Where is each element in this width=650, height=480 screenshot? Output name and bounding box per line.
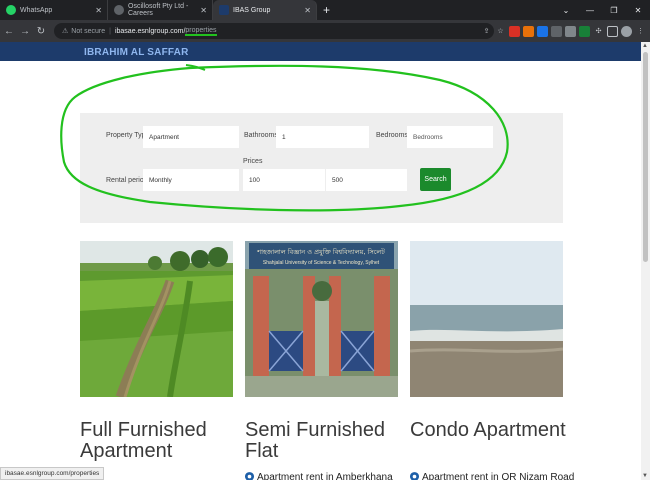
minimize-icon[interactable]: — [578, 6, 602, 15]
tab-title: IBAS Group [233, 6, 271, 14]
url-path: properties [185, 26, 217, 36]
extension-mail-icon[interactable] [551, 25, 562, 37]
star-icon[interactable]: ☆ [495, 26, 506, 37]
bedrooms-label: Bedrooms [376, 132, 408, 139]
location-text: Apartment rent in OR Nizam Road [422, 472, 575, 480]
tab-title: WhatsApp [20, 6, 53, 14]
site-icon [219, 5, 229, 15]
scroll-up-icon[interactable]: ▲ [642, 43, 648, 49]
page-content: IBRAHIM AL SAFFAR Property Type Bathroom… [0, 42, 641, 480]
window-controls: ⌄ — ❐ ✕ [554, 0, 650, 20]
card-title-semi-furnished[interactable]: Semi Furnished Flat [245, 420, 405, 462]
price-min-input[interactable] [243, 169, 325, 191]
page-scrollbar[interactable]: ▲ ▼ [641, 42, 650, 480]
map-pin-icon [410, 472, 419, 480]
property-image-green-field[interactable] [80, 241, 233, 397]
link-status-url: ibasae.esnlgroup.com/properties [0, 467, 105, 480]
security-label[interactable]: Not secure [71, 28, 105, 35]
url-host: ibasae.esnlgroup.com/ [114, 27, 186, 35]
tab-oscillosoft[interactable]: Oscillosoft Pty Ltd - Careers ✕ [108, 0, 213, 20]
close-icon[interactable]: ✕ [304, 6, 311, 15]
warning-icon[interactable]: ⚠ [62, 27, 68, 35]
separator: | [109, 27, 111, 35]
close-icon[interactable]: ✕ [200, 6, 207, 15]
card-location-condo: Apartment rent in OR Nizam Road [410, 472, 574, 480]
extension-icons: ⇪ ☆ ✣ ⋮ [481, 20, 646, 42]
forward-icon[interactable]: → [18, 26, 32, 37]
extension-grey-icon[interactable] [565, 25, 576, 37]
puzzle-icon[interactable]: ✣ [593, 26, 604, 37]
restore-icon[interactable]: ❐ [602, 6, 626, 15]
share-icon[interactable]: ⇪ [481, 26, 492, 37]
property-image-university-gate[interactable]: শাহজালাল বিজ্ঞান ও প্রযুক্তি বিশ্ববিদ্যা… [245, 241, 398, 397]
tab-search-icon[interactable]: ⌄ [554, 6, 578, 15]
gate-sign-bangla: শাহজালাল বিজ্ঞান ও প্রযুক্তি বিশ্ববিদ্যা… [256, 247, 385, 256]
browser-toolbar: ← → ↻ ⚠ Not secure | ibasae.esnlgroup.co… [0, 20, 650, 42]
gate-sign-english: Shahjalal University of Science & Techno… [263, 260, 380, 266]
bathrooms-label: Bathrooms [244, 132, 278, 139]
rental-period-label: Rental period [106, 177, 148, 184]
browser-tab-strip: WhatsApp ✕ Oscillosoft Pty Ltd - Careers… [0, 0, 650, 20]
profile-avatar-icon[interactable] [621, 25, 632, 37]
tab-ibas-group[interactable]: IBAS Group ✕ [213, 0, 317, 20]
sidebar-icon[interactable] [607, 25, 618, 37]
scroll-down-icon[interactable]: ▼ [642, 473, 648, 479]
close-window-icon[interactable]: ✕ [626, 6, 650, 15]
property-type-select[interactable] [143, 126, 239, 148]
property-image-beach[interactable] [410, 241, 563, 397]
map-pin-icon [245, 472, 254, 480]
card-title-condo[interactable]: Condo Apartment [410, 420, 570, 441]
extension-green-icon[interactable] [579, 25, 590, 37]
site-icon [114, 5, 124, 15]
card-location-semi-furnished: Apartment rent in Amberkhana [245, 472, 393, 480]
search-button[interactable]: Search [420, 168, 451, 191]
card-title-full-furnished[interactable]: Full Furnished Apartment [80, 420, 240, 462]
address-bar[interactable]: ⚠ Not secure | ibasae.esnlgroup.com/ pro… [54, 23, 494, 39]
back-icon[interactable]: ← [2, 26, 16, 37]
extension-blue-icon[interactable] [537, 25, 548, 37]
location-text: Apartment rent in Amberkhana [257, 472, 393, 480]
rental-period-select[interactable] [143, 169, 239, 191]
menu-icon[interactable]: ⋮ [635, 26, 646, 37]
tab-title: Oscillosoft Pty Ltd - Careers [128, 3, 189, 17]
prices-label: Prices [243, 158, 263, 165]
new-tab-button[interactable]: + [317, 0, 336, 20]
reload-icon[interactable]: ↻ [34, 26, 48, 37]
tab-whatsapp[interactable]: WhatsApp ✕ [0, 0, 108, 20]
brand-logo-text[interactable]: IBRAHIM AL SAFFAR [84, 47, 189, 58]
site-header: IBRAHIM AL SAFFAR [0, 42, 641, 61]
scrollbar-thumb[interactable] [643, 52, 648, 262]
whatsapp-icon [6, 5, 16, 15]
extension-orange-icon[interactable] [523, 25, 534, 37]
close-icon[interactable]: ✕ [95, 6, 102, 15]
extension-red-icon[interactable] [509, 25, 520, 37]
price-max-input[interactable] [326, 169, 407, 191]
bedrooms-input[interactable] [407, 126, 493, 148]
bathrooms-input[interactable] [276, 126, 369, 148]
